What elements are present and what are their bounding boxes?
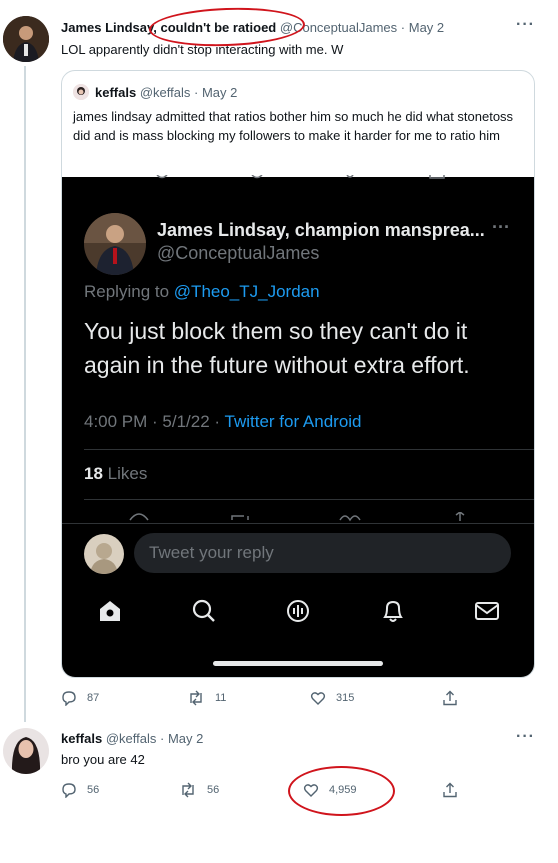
like-count: 4,959	[329, 784, 357, 796]
avatar-photo	[84, 213, 146, 275]
composer-divider	[62, 523, 534, 524]
embedded-likes-label: Likes	[107, 464, 148, 483]
reply-icon	[62, 783, 76, 798]
author-handle: @keffals	[139, 85, 191, 100]
tweet-text: bro you are 42	[61, 752, 145, 767]
retweet-button[interactable]: 56	[179, 782, 219, 798]
embedded-screenshot[interactable]: James Lindsay, champion mansprea... ··· …	[62, 175, 534, 677]
more-icon[interactable]: ···	[516, 16, 535, 34]
avatar	[73, 84, 89, 100]
cutoff-top-icons	[156, 175, 445, 179]
quoted-text: james lindsay admitted that ratios bothe…	[73, 109, 514, 143]
embedded-likes: 18 Likes	[84, 464, 147, 484]
spaces-icon[interactable]	[285, 598, 311, 624]
embedded-client: Twitter for Android	[224, 412, 362, 431]
quoted-tweet[interactable]: keffals @keffals · May 2 james lindsay a…	[61, 70, 535, 678]
tweet-date: May 2	[201, 85, 238, 100]
more-icon[interactable]: ···	[516, 728, 535, 746]
reply-button[interactable]: 87	[61, 690, 99, 706]
share-icon	[443, 690, 457, 706]
embedded-author-name: James Lindsay, champion mansprea...	[157, 220, 485, 240]
like-icon	[310, 692, 326, 705]
avatar[interactable]	[3, 16, 49, 62]
avatar-photo	[73, 84, 89, 100]
tweet-date[interactable]: May 2	[168, 731, 203, 746]
author-name: keffals	[95, 85, 137, 100]
messages-icon[interactable]	[474, 598, 500, 624]
author-handle[interactable]: @ConceptualJames	[280, 20, 397, 35]
replying-to-label: Replying to	[84, 282, 170, 301]
embedded-author-handle: @ConceptualJames	[157, 243, 320, 263]
divider	[84, 449, 534, 450]
embedded-likes-count: 18	[84, 464, 103, 483]
divider	[84, 499, 534, 500]
more-icon: ···	[492, 217, 510, 237]
avatar-photo	[84, 534, 124, 574]
share-button[interactable]	[442, 782, 468, 798]
like-button[interactable]: 315	[310, 690, 354, 706]
tweet-header: James Lindsay, couldn't be ratioed @Conc…	[61, 20, 444, 35]
separator: ·	[194, 85, 199, 100]
avatar-photo	[3, 16, 49, 62]
share-button[interactable]	[442, 690, 468, 706]
embedded-tweet-text: You just block them so they can't do it …	[84, 318, 470, 378]
tweet-date[interactable]: May 2	[409, 20, 444, 35]
notifications-icon[interactable]	[380, 598, 406, 624]
embedded-timestamp-row: 4:00 PM · 5/1/22 · Twitter for Android	[84, 412, 362, 432]
avatar	[84, 213, 146, 275]
separator: ·	[160, 731, 165, 746]
home-indicator	[213, 661, 383, 666]
like-icon	[303, 784, 319, 797]
thread-line	[24, 66, 26, 722]
reply-icon	[62, 691, 76, 706]
author-handle[interactable]: @keffals	[106, 731, 157, 746]
replying-to-handle: @Theo_TJ_Jordan	[173, 282, 320, 301]
reply-count: 56	[87, 784, 100, 796]
embedded-timestamp: 4:00 PM · 5/1/22 ·	[84, 412, 221, 431]
reply-count: 87	[87, 692, 100, 704]
composer-avatar	[84, 534, 124, 574]
retweet-button[interactable]: 11	[187, 690, 226, 706]
tweet-text: LOL apparently didn't stop interacting w…	[61, 42, 344, 57]
home-icon[interactable]	[97, 598, 123, 624]
retweet-count: 11	[215, 692, 227, 704]
avatar-photo	[3, 728, 49, 774]
retweet-icon	[182, 782, 194, 798]
reply-input[interactable]: Tweet your reply	[134, 533, 511, 573]
avatar[interactable]	[3, 728, 49, 774]
like-count: 315	[336, 692, 355, 704]
retweet-count: 56	[207, 784, 220, 796]
author-name[interactable]: keffals	[61, 731, 102, 746]
reply-placeholder: Tweet your reply	[149, 543, 274, 562]
author-name[interactable]: James Lindsay, couldn't be ratioed	[61, 20, 276, 35]
like-button[interactable]: 4,959	[303, 782, 357, 798]
tweet-header: keffals @keffals · May 2	[61, 731, 203, 746]
retweet-icon	[190, 690, 202, 706]
quoted-header: keffals @keffals · May 2	[95, 85, 237, 100]
replying-to: Replying to @Theo_TJ_Jordan	[84, 282, 320, 302]
share-icon	[443, 782, 457, 798]
separator: ·	[400, 20, 406, 35]
search-icon[interactable]	[191, 598, 217, 624]
reply-button[interactable]: 56	[61, 782, 99, 798]
cutoff-action-icons	[129, 512, 465, 522]
